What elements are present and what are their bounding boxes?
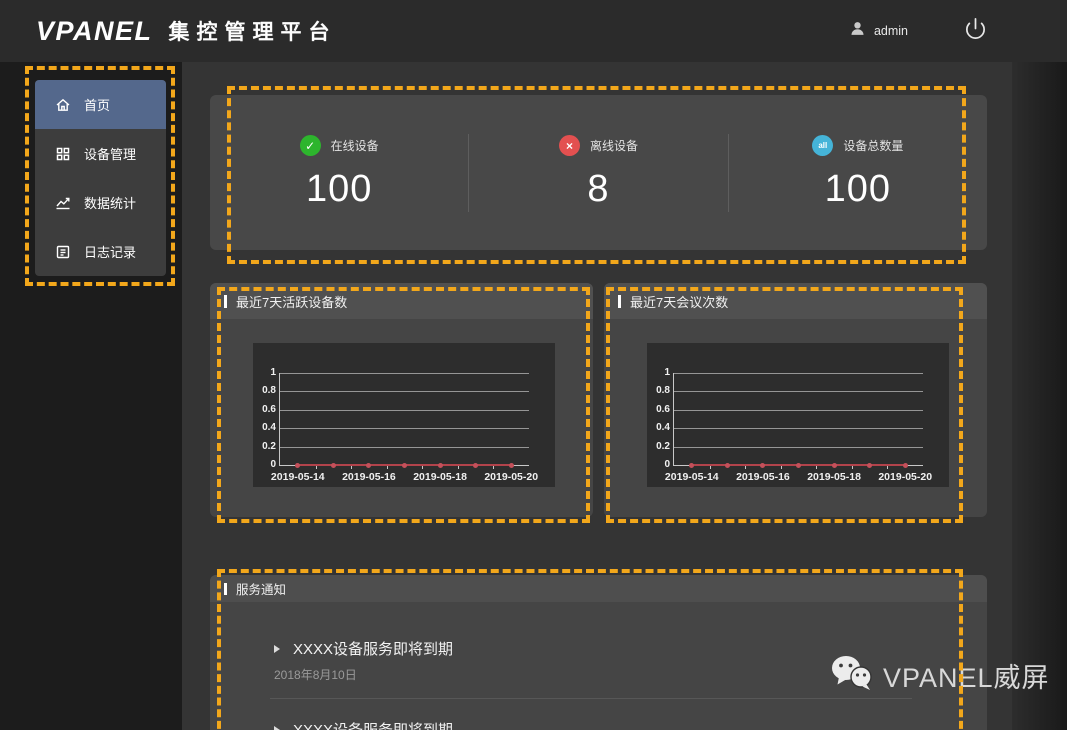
wechat-watermark: VPANEL威屏 (830, 654, 1050, 697)
chart-body: 00.20.40.60.812019-05-142019-05-162019-0… (210, 319, 593, 517)
arrow-right-icon (274, 645, 280, 653)
chart-title: 最近7天会议次数 (630, 292, 728, 311)
sidebar: 首页 设备管理 数据统计 日志记录 (35, 80, 166, 276)
chart-plot: 00.20.40.60.812019-05-142019-05-162019-0… (647, 343, 949, 487)
chart-card-header: 最近7天会议次数 (604, 283, 987, 319)
top-header: VPANEL 集控管理平台 admin (0, 0, 1067, 62)
sidebar-item-label: 日志记录 (84, 242, 136, 261)
header-right-group: admin (849, 17, 987, 45)
title-marker (224, 295, 227, 308)
stat-value: 8 (587, 168, 609, 211)
power-icon (964, 17, 987, 45)
notice-list-item[interactable]: XXXX设备服务即将到期 2018年8月10日 (210, 699, 987, 730)
chart-card-header: 最近7天活跃设备数 (210, 283, 593, 319)
notice-card-header: 服务通知 (210, 575, 987, 602)
stat-online-devices: ✓ 在线设备 100 (210, 95, 468, 250)
stat-total-devices: all 设备总数量 100 (729, 95, 987, 250)
notice-item-text: XXXX设备服务即将到期 (293, 638, 453, 659)
sidebar-item-log-records[interactable]: 日志记录 (35, 227, 166, 276)
chart-plot: 00.20.40.60.812019-05-142019-05-162019-0… (253, 343, 555, 487)
screen: VPANEL 集控管理平台 admin 首页 (0, 0, 1067, 730)
stats-summary-card: ✓ 在线设备 100 × 离线设备 8 all 设备总数量 100 (210, 95, 987, 250)
username-label: admin (874, 24, 908, 38)
title-marker (618, 295, 621, 308)
logout-button[interactable] (964, 17, 987, 45)
stat-label: 设备总数量 (843, 137, 903, 154)
sidebar-item-label: 数据统计 (84, 193, 136, 212)
all-circle-icon: all (812, 135, 833, 156)
sidebar-item-data-statistics[interactable]: 数据统计 (35, 178, 166, 227)
stat-offline-devices: × 离线设备 8 (469, 95, 727, 250)
user-icon (849, 20, 866, 42)
arrow-right-icon (274, 726, 280, 730)
chart-body: 00.20.40.60.812019-05-142019-05-162019-0… (604, 319, 987, 517)
sidebar-item-label: 首页 (84, 95, 110, 114)
stat-label: 在线设备 (331, 137, 379, 154)
chart-card-active-devices: 最近7天活跃设备数 00.20.40.60.812019-05-142019-0… (210, 283, 593, 517)
x-circle-icon: × (559, 135, 580, 156)
stat-value: 100 (306, 168, 372, 211)
brand-logo: VPANEL (36, 16, 153, 47)
stat-header: ✓ 在线设备 (300, 135, 379, 156)
check-circle-icon: ✓ (300, 135, 321, 156)
sidebar-item-label: 设备管理 (84, 144, 136, 163)
notice-item-text: XXXX设备服务即将到期 (293, 719, 453, 730)
wechat-icon (830, 654, 874, 697)
stat-header: × 离线设备 (559, 135, 638, 156)
sidebar-item-home[interactable]: 首页 (35, 80, 166, 129)
line-chart-icon (55, 195, 71, 211)
page-title: 集控管理平台 (169, 16, 337, 46)
chart-card-meetings: 最近7天会议次数 00.20.40.60.812019-05-142019-05… (604, 283, 987, 517)
title-marker (224, 583, 227, 595)
watermark-text: VPANEL威屏 (883, 656, 1050, 695)
notice-item-title-row: XXXX设备服务即将到期 (274, 719, 987, 730)
service-notice-card: 服务通知 XXXX设备服务即将到期 2018年8月10日 XXXX设备服务即将到… (210, 575, 987, 730)
notice-title: 服务通知 (236, 579, 286, 598)
stat-label: 离线设备 (590, 137, 638, 154)
stat-header: all 设备总数量 (812, 135, 903, 156)
right-edge-shade (1012, 62, 1067, 730)
chart-title: 最近7天活跃设备数 (236, 292, 347, 311)
user-menu[interactable]: admin (849, 20, 908, 42)
sidebar-item-device-management[interactable]: 设备管理 (35, 129, 166, 178)
home-icon (55, 97, 71, 113)
log-document-icon (55, 244, 71, 260)
stat-value: 100 (825, 168, 891, 211)
grid-icon (55, 146, 71, 162)
